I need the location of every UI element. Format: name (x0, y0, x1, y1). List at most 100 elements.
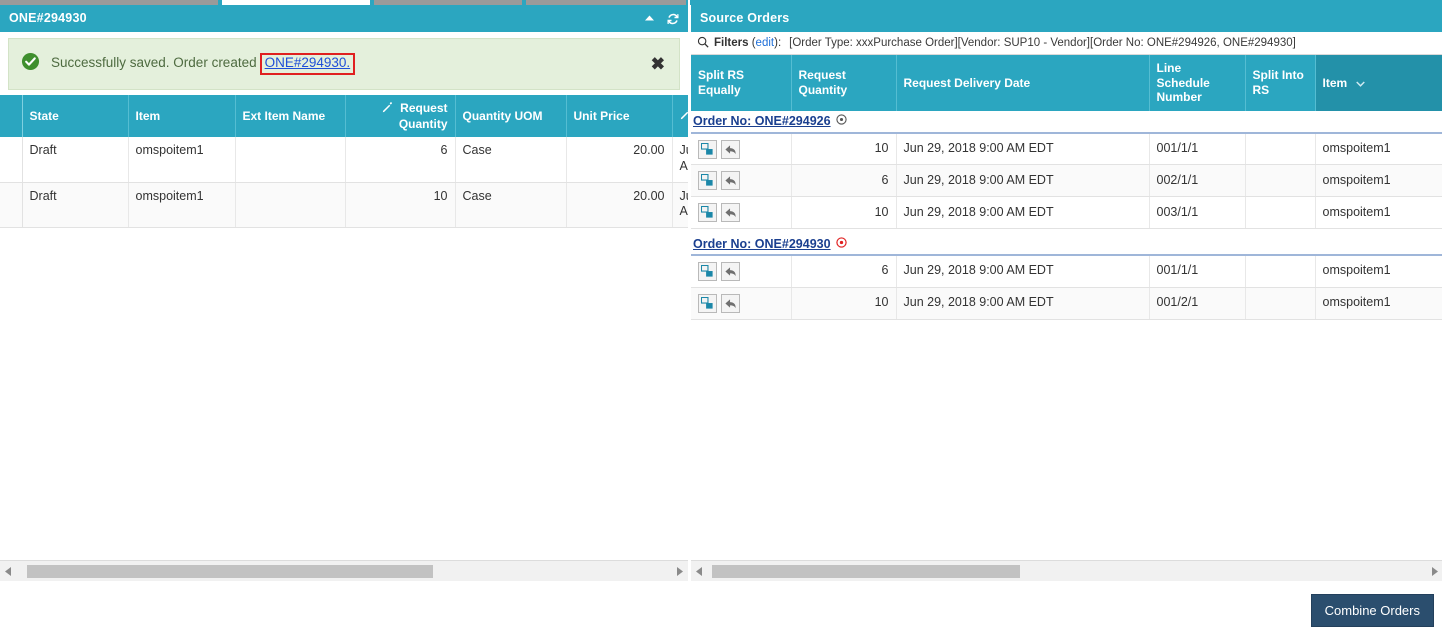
split-rs-icon[interactable] (698, 293, 717, 313)
cell-request-quantity: 10 (791, 196, 897, 230)
source-orders-header-row: Split RS Equally Request Quantity Reques… (691, 55, 1442, 111)
cell-split-into-rs (1245, 132, 1316, 166)
scroll-right-icon[interactable] (1426, 561, 1442, 582)
table-row[interactable]: 6 Jun 29, 2018 9:00 AM EDT 001/1/1 omspo… (691, 255, 1442, 288)
table-row[interactable]: 10 Jun 29, 2018 9:00 AM EDT 003/1/1 omsp… (691, 196, 1442, 230)
cell-split-into-rs (1245, 164, 1316, 198)
cell-state: Draft (22, 137, 129, 183)
cell-request-quantity[interactable]: 6 (345, 137, 456, 183)
banner-message-text: Successfully saved. Order created (51, 55, 257, 71)
group-label-order-2[interactable]: Order No: ONE#294930 (693, 237, 847, 253)
cell-request-delivery-date: Jun 29, 2018 9:00 AM EDT (896, 255, 1150, 288)
column-header-ext-item-name[interactable]: Ext Item Name (235, 95, 346, 138)
group-label-order-1[interactable]: Order No: ONE#294926 (693, 114, 847, 130)
column-header-state[interactable]: State (22, 95, 129, 138)
scroll-thumb[interactable] (27, 564, 433, 578)
cell-item: omspoitem1 (128, 182, 236, 228)
source-orders-title: Source Orders (700, 11, 790, 25)
table-row[interactable]: 10 Jun 29, 2018 9:00 AM EDT 001/1/1 omsp… (691, 132, 1442, 166)
split-rs-icon[interactable] (698, 261, 717, 281)
move-back-icon[interactable] (721, 139, 740, 159)
target-circle-icon[interactable] (835, 237, 847, 253)
cell-item: omspoitem1 (128, 137, 236, 183)
group-header-row[interactable]: Order No: ONE#294926 (691, 110, 1442, 134)
target-circle-icon[interactable] (835, 114, 847, 130)
scroll-right-icon[interactable] (671, 561, 688, 582)
cell-line-schedule-number: 003/1/1 (1149, 196, 1246, 230)
left-horizontal-scrollbar[interactable] (0, 560, 688, 581)
column-header-request-delivery-date[interactable] (672, 95, 688, 138)
filters-bar[interactable]: Filters (edit): [Order Type: xxxPurchase… (691, 32, 1442, 55)
cell-line-schedule-number: 001/1/1 (1149, 255, 1246, 288)
cell-line-schedule-number: 001/1/1 (1149, 132, 1246, 166)
move-back-icon[interactable] (721, 293, 740, 313)
scroll-track[interactable] (17, 564, 671, 578)
cell-split-rs-equally (691, 164, 792, 198)
column-header-split-into-rs[interactable]: Split Into RS (1245, 55, 1316, 111)
filters-values: [Order Type: xxxPurchase Order][Vendor: … (789, 37, 1296, 49)
check-circle-icon (21, 52, 40, 76)
cell-item: omspoitem1 (1315, 196, 1442, 230)
column-header-request-quantity[interactable]: Request Quantity (345, 95, 456, 138)
order-lines-grid-wrap: State Item Ext Item Name Request Quantit… (0, 95, 688, 228)
cell-split-rs-equally (691, 132, 792, 166)
created-order-link[interactable]: ONE#294930. (259, 53, 356, 75)
column-header-request-delivery-date[interactable]: Request Delivery Date (896, 55, 1150, 111)
column-header-unit-price[interactable]: Unit Price (566, 95, 673, 138)
row-select-cell[interactable] (0, 137, 23, 183)
cell-split-rs-equally (691, 196, 792, 230)
right-horizontal-scrollbar[interactable] (691, 560, 1442, 581)
scroll-thumb[interactable] (711, 564, 1021, 578)
table-row[interactable]: Draft omspoitem1 6 Case 20.00 Ju AM (0, 137, 688, 183)
scroll-track[interactable] (708, 564, 1426, 578)
chevron-down-icon[interactable] (1355, 76, 1365, 90)
scroll-left-icon[interactable] (691, 561, 708, 582)
split-rs-icon[interactable] (698, 203, 717, 223)
column-header-item[interactable]: Item (128, 95, 236, 138)
column-header-select[interactable] (0, 95, 23, 138)
column-header-quantity-uom[interactable]: Quantity UOM (455, 95, 567, 138)
scroll-left-icon[interactable] (0, 561, 17, 582)
table-row[interactable]: 10 Jun 29, 2018 9:00 AM EDT 001/2/1 omsp… (691, 287, 1442, 320)
column-header-item[interactable]: Item (1315, 55, 1442, 111)
order-detail-panel: ONE#294930 Successfully saved. Order cre… (0, 5, 688, 637)
row-select-cell[interactable] (0, 182, 23, 228)
cell-request-delivery-date: Jun 29, 2018 9:00 AM EDT (896, 196, 1150, 230)
cell-item: omspoitem1 (1315, 164, 1442, 198)
banner-close-icon[interactable]: ✖ (651, 56, 665, 73)
order-lines-header-row: State Item Ext Item Name Request Quantit… (0, 95, 688, 138)
cell-request-quantity: 10 (791, 132, 897, 166)
source-orders-panel: Source Orders Filters (edit): [Order Typ… (690, 5, 1442, 637)
app-root: ONE#294930 Successfully saved. Order cre… (0, 0, 1442, 637)
filters-edit-link[interactable]: edit (756, 37, 775, 49)
left-panel-title-bar: ONE#294930 (0, 5, 688, 32)
split-rs-icon[interactable] (698, 171, 717, 191)
refresh-icon[interactable] (666, 12, 680, 26)
table-row[interactable]: 6 Jun 29, 2018 9:00 AM EDT 002/1/1 omspo… (691, 164, 1442, 198)
cell-unit-price: 20.00 (566, 182, 673, 228)
cell-request-delivery-date[interactable]: Ju AM (672, 137, 688, 183)
cell-request-quantity: 6 (791, 164, 897, 198)
cell-request-delivery-date: Jun 29, 2018 9:00 AM EDT (896, 164, 1150, 198)
caret-up-icon[interactable] (644, 13, 655, 24)
success-banner: Successfully saved. Order created ONE#294… (8, 38, 680, 90)
move-back-icon[interactable] (721, 261, 740, 281)
move-back-icon[interactable] (721, 171, 740, 191)
column-header-item-label: Item (1322, 75, 1348, 90)
group-header-row[interactable]: Order No: ONE#294930 (691, 228, 1442, 257)
filters-label: Filters (714, 37, 749, 49)
group-header-cell: Order No: ONE#294930 (691, 228, 1442, 257)
column-header-request-quantity[interactable]: Request Quantity (791, 55, 897, 111)
cell-request-quantity[interactable]: 10 (345, 182, 456, 228)
pencil-icon (382, 102, 396, 116)
split-rs-icon[interactable] (698, 139, 717, 159)
cell-request-quantity: 6 (791, 255, 897, 288)
cell-line-schedule-number: 001/2/1 (1149, 287, 1246, 320)
table-row[interactable]: Draft omspoitem1 10 Case 20.00 Ju AM (0, 182, 688, 228)
column-header-split-rs-equally[interactable]: Split RS Equally (691, 55, 792, 111)
combine-orders-button[interactable]: Combine Orders (1310, 594, 1434, 627)
column-header-line-schedule-number[interactable]: Line Schedule Number (1149, 55, 1246, 111)
page-title: ONE#294930 (9, 11, 87, 25)
move-back-icon[interactable] (721, 203, 740, 223)
cell-request-delivery-date[interactable]: Ju AM (672, 182, 688, 228)
